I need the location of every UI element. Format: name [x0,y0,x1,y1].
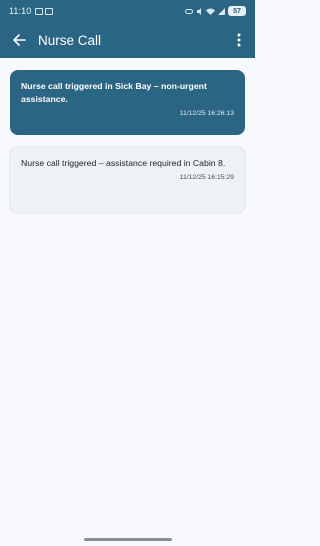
mute-icon [197,7,201,15]
link-icon [185,8,193,14]
app-bar: Nurse Call [0,22,255,58]
phone-screen: 11:10 57 Nurse Call Nurse call triggered… [0,0,255,546]
notification-timestamp: 11/12/25 16:26:13 [179,110,234,117]
notification-icons [35,7,54,15]
notification-message: Nurse call triggered in Sick Bay – non-u… [21,81,207,104]
status-left: 11:10 [9,6,54,16]
notification-message: Nurse call triggered – assistance requir… [21,158,226,168]
status-bar: 11:10 57 [0,0,255,22]
notification-icon [35,7,44,15]
notification-card[interactable]: Nurse call triggered in Sick Bay – non-u… [10,70,245,135]
arrow-left-icon [13,34,26,46]
page-title: Nurse Call [38,32,102,48]
signal-icon [218,7,225,15]
battery-icon: 57 [228,6,246,16]
notification-timestamp: 11/12/25 16:15:29 [179,174,234,181]
back-button[interactable] [6,27,32,53]
home-indicator[interactable] [84,538,172,541]
message-icon [45,7,54,15]
more-vertical-icon [237,33,241,47]
status-right: 57 [185,6,246,16]
wifi-icon [206,8,215,15]
status-time: 11:10 [9,6,32,16]
notification-list: Nurse call triggered in Sick Bay – non-u… [10,70,245,225]
overflow-menu-button[interactable] [229,27,249,53]
notification-card[interactable]: Nurse call triggered – assistance requir… [10,147,245,213]
